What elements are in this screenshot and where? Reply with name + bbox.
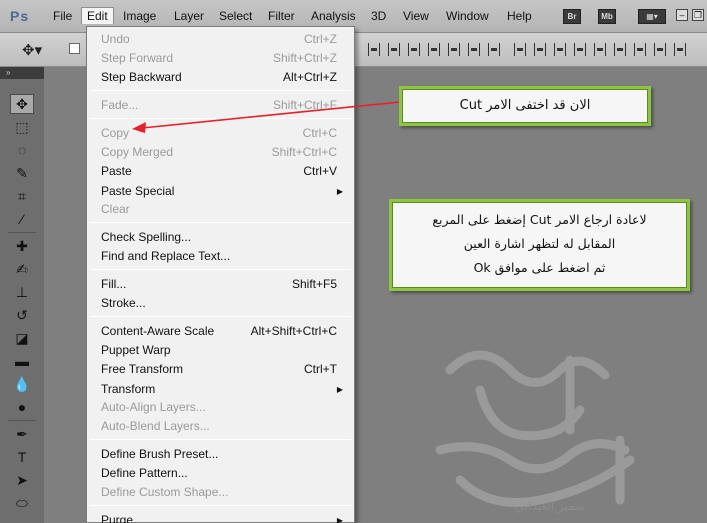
menu-item-define-brush-preset[interactable]: Define Brush Preset... <box>101 445 339 464</box>
menu-item-step-forward[interactable]: Step Forward Shift+Ctrl+Z <box>101 49 339 68</box>
align-icon[interactable] <box>388 43 400 56</box>
photoshop-logo: Ps <box>10 8 30 24</box>
blur-tool-icon[interactable]: 💧 <box>10 374 34 394</box>
menu-help[interactable]: Help <box>507 9 532 23</box>
menu-item-copy-merged[interactable]: Copy Merged Shift+Ctrl+C <box>101 143 339 162</box>
align-icon[interactable] <box>368 43 380 56</box>
eyedropper-tool-icon[interactable]: ⁄ <box>10 209 34 229</box>
toolbox-collapse-icon[interactable]: » <box>0 67 44 79</box>
menu-separator <box>90 505 351 506</box>
eraser-tool-icon[interactable]: ◪ <box>10 328 34 348</box>
menu-item-content-aware-scale[interactable]: Content-Aware Scale Alt+Shift+Ctrl+C <box>101 322 339 341</box>
menu-item-find-replace[interactable]: Find and Replace Text... <box>101 247 339 266</box>
toolbox-divider <box>8 420 36 421</box>
menu-item-define-custom-shape[interactable]: Define Custom Shape... <box>101 483 339 502</box>
menu-file[interactable]: File <box>53 9 72 23</box>
menu-item-paste[interactable]: Paste Ctrl+V <box>101 162 339 181</box>
bridge-button[interactable]: Br <box>563 9 581 24</box>
menu-filter[interactable]: Filter <box>268 9 295 23</box>
minimize-icon[interactable]: – <box>676 9 688 21</box>
submenu-arrow-icon: ▶ <box>336 516 343 523</box>
callout-cut-hidden: الان قد اختفى الامر Cut <box>399 86 651 126</box>
align-icon[interactable] <box>468 43 480 56</box>
menu-separator <box>90 90 351 91</box>
align-icon[interactable] <box>488 43 500 56</box>
menu-item-free-transform[interactable]: Free Transform Ctrl+T <box>101 360 339 379</box>
pen-tool-icon[interactable]: ✒ <box>10 424 34 444</box>
brush-tool-icon[interactable]: ✍ <box>10 259 34 279</box>
menu-separator <box>90 316 351 317</box>
history-brush-tool-icon[interactable]: ↺ <box>10 305 34 325</box>
align-icon[interactable] <box>428 43 440 56</box>
menu-item-undo[interactable]: Undo Ctrl+Z <box>101 30 339 49</box>
submenu-arrow-icon: ▶ <box>336 187 343 196</box>
marquee-tool-icon[interactable]: ⬚ <box>10 117 34 137</box>
type-tool-icon[interactable]: T <box>10 447 34 467</box>
menu-item-stroke[interactable]: Stroke... <box>101 294 339 313</box>
menu-item-step-backward[interactable]: Step Backward Alt+Ctrl+Z <box>101 68 339 87</box>
distribute-icon[interactable] <box>594 43 606 56</box>
shape-tool-icon[interactable]: ⬭ <box>10 493 34 513</box>
menu-view[interactable]: View <box>403 9 429 23</box>
distribute-icon[interactable] <box>614 43 626 56</box>
toolbox: » ✥ ⬚ ◌ ✎ ⌗ ⁄ ✚ ✍ ⊥ ↺ ◪ ▬ 💧 ● ✒ T ➤ ⬭ <box>0 67 44 523</box>
menu-separator <box>90 439 351 440</box>
toolbox-divider <box>8 232 36 233</box>
calligraphy-watermark: سمير العيداني <box>435 350 635 514</box>
menu-item-fill[interactable]: Fill... Shift+F5 <box>101 275 339 294</box>
align-icon[interactable] <box>408 43 420 56</box>
menu-image[interactable]: Image <box>123 9 156 23</box>
callout-text-line: ثم اضغط على موافق Ok <box>473 260 606 275</box>
menu-item-paste-special[interactable]: Paste Special ▶ <box>101 182 343 201</box>
distribute-icon[interactable] <box>554 43 566 56</box>
clone-stamp-tool-icon[interactable]: ⊥ <box>10 282 34 302</box>
menu-separator <box>90 269 351 270</box>
menu-item-transform[interactable]: Transform ▶ <box>101 380 343 399</box>
menu-item-auto-align-layers[interactable]: Auto-Align Layers... <box>101 398 339 417</box>
lasso-tool-icon[interactable]: ◌ <box>10 140 34 160</box>
watermark-text: سمير العيداني <box>515 499 585 514</box>
menu-edit[interactable]: Edit <box>81 7 114 24</box>
dodge-tool-icon[interactable]: ● <box>10 397 34 417</box>
menu-select[interactable]: Select <box>219 9 252 23</box>
menu-item-check-spelling[interactable]: Check Spelling... <box>101 228 339 247</box>
move-tool-preset-icon[interactable]: ✥▾ <box>22 41 42 59</box>
callout-text: الان قد اختفى الامر Cut <box>459 98 591 113</box>
menu-layer[interactable]: Layer <box>174 9 204 23</box>
menu-separator <box>90 118 351 119</box>
menu-item-fade[interactable]: Fade... Shift+Ctrl+F <box>101 96 339 115</box>
healing-brush-tool-icon[interactable]: ✚ <box>10 236 34 256</box>
menu-item-puppet-warp[interactable]: Puppet Warp <box>101 341 339 360</box>
mini-bridge-button[interactable]: Mb <box>598 9 616 24</box>
distribute-icon[interactable] <box>514 43 526 56</box>
distribute-icon[interactable] <box>634 43 646 56</box>
menu-item-auto-blend-layers[interactable]: Auto-Blend Layers... <box>101 417 339 436</box>
align-icon[interactable] <box>448 43 460 56</box>
restore-icon[interactable]: ❐ <box>692 9 704 21</box>
distribute-icon[interactable] <box>654 43 666 56</box>
auto-select-checkbox[interactable] <box>69 43 80 54</box>
menu-window[interactable]: Window <box>446 9 489 23</box>
menu-3d[interactable]: 3D <box>371 9 386 23</box>
menu-item-copy[interactable]: Copy Ctrl+C <box>101 124 339 143</box>
menu-analysis[interactable]: Analysis <box>311 9 356 23</box>
path-selection-tool-icon[interactable]: ➤ <box>10 470 34 490</box>
callout-text-line: لاعادة ارجاع الامر Cut إضغط على المربع <box>432 212 647 227</box>
distribute-icon[interactable] <box>574 43 586 56</box>
callout-text-line: المقابل له لتظهر اشارة العين <box>463 236 616 251</box>
arrange-documents-icon[interactable]: ▦▾ <box>638 9 666 24</box>
menu-item-define-pattern[interactable]: Define Pattern... <box>101 464 339 483</box>
menu-item-clear[interactable]: Clear <box>101 200 339 219</box>
distribute-icon[interactable] <box>674 43 686 56</box>
edit-menu-dropdown: Undo Ctrl+Z Step Forward Shift+Ctrl+Z Step… <box>86 26 355 523</box>
move-tool-icon[interactable]: ✥ <box>10 94 34 114</box>
gradient-tool-icon[interactable]: ▬ <box>10 351 34 371</box>
menu-separator <box>90 222 351 223</box>
callout-restore-instructions: لاعادة ارجاع الامر Cut إضغط على المربع ا… <box>389 199 690 291</box>
submenu-arrow-icon: ▶ <box>336 385 343 394</box>
quick-selection-tool-icon[interactable]: ✎ <box>10 163 34 183</box>
menu-item-purge[interactable]: Purge ▶ <box>101 511 343 523</box>
distribute-icon[interactable] <box>534 43 546 56</box>
crop-tool-icon[interactable]: ⌗ <box>10 186 34 206</box>
